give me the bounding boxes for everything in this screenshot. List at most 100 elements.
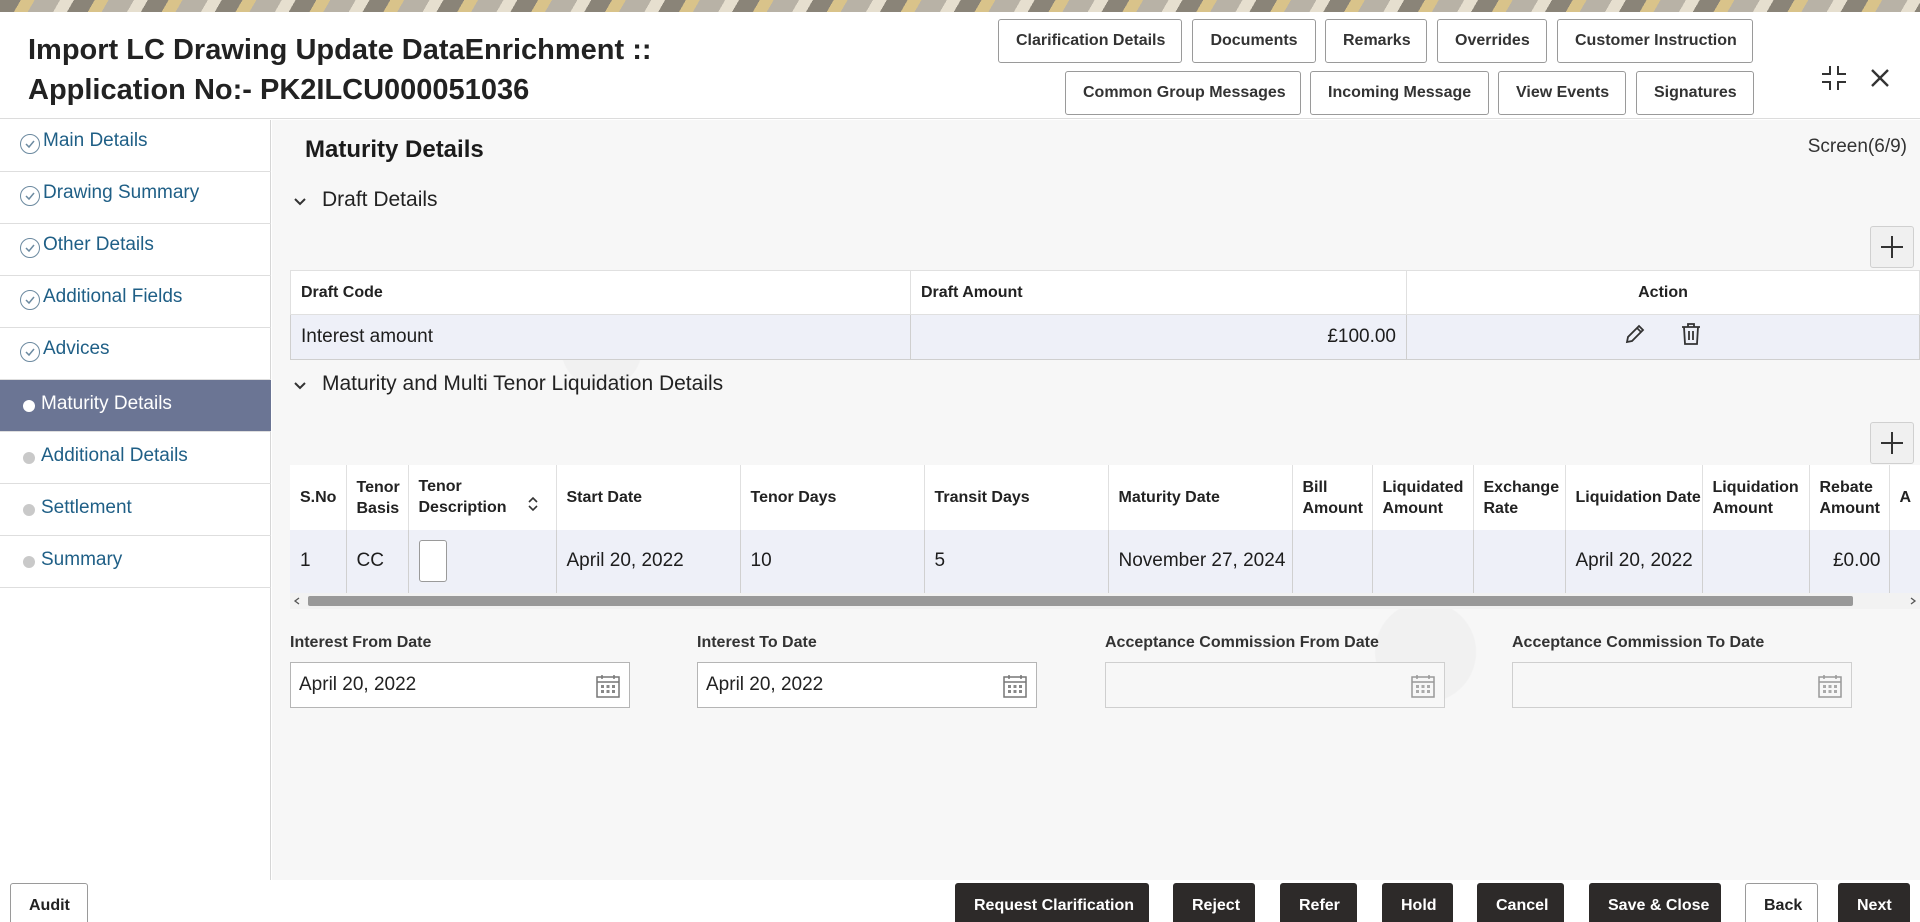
- sidebar-item-label: Additional Fields: [43, 286, 183, 307]
- clarification-details-button[interactable]: Clarification Details: [998, 19, 1182, 63]
- check-circle-icon: [20, 290, 40, 310]
- reject-button[interactable]: Reject: [1173, 883, 1255, 922]
- maturity-liquidation-header[interactable]: Maturity and Multi Tenor Liquidation Det…: [322, 372, 723, 396]
- next-button[interactable]: Next: [1838, 883, 1910, 922]
- plus-icon: [1881, 236, 1903, 258]
- screen-indicator: Screen(6/9): [1807, 136, 1907, 157]
- exchange-rate-cell: [1473, 530, 1566, 593]
- pending-step-dot-icon: [23, 452, 35, 464]
- refer-button[interactable]: Refer: [1280, 883, 1357, 922]
- title-line-1: Import LC Drawing Update DataEnrichment …: [28, 34, 652, 66]
- tenor-description-input[interactable]: [418, 540, 447, 583]
- interest-from-date-field[interactable]: April 20, 2022: [290, 662, 630, 708]
- column-header: Tenor Days: [740, 465, 925, 530]
- sidebar-item-summary[interactable]: Summary: [0, 536, 271, 588]
- table-row[interactable]: Interest amount £100.00: [290, 314, 1920, 360]
- check-circle-icon: [20, 238, 40, 258]
- liquidated-amount-cell: [1372, 530, 1474, 593]
- documents-button[interactable]: Documents: [1192, 19, 1316, 63]
- back-button[interactable]: Back: [1745, 883, 1818, 922]
- interest-to-date-field[interactable]: April 20, 2022: [697, 662, 1037, 708]
- table-row[interactable]: 1 CC April 20, 2022 10 5 November 27, 20…: [290, 530, 1920, 593]
- scroll-left-arrow-icon[interactable]: [293, 597, 301, 605]
- sidebar-item-advices[interactable]: Advices: [0, 328, 271, 380]
- sort-icon[interactable]: [527, 495, 539, 519]
- pending-step-dot-icon: [23, 556, 35, 568]
- column-header: Maturity Date: [1108, 465, 1293, 530]
- column-header: A: [1889, 465, 1920, 530]
- column-header: Start Date: [556, 465, 741, 530]
- column-header: Tenor Basis: [346, 465, 409, 530]
- acceptance-commission-to-date-field[interactable]: [1512, 662, 1852, 708]
- sidebar-item-drawing-summary[interactable]: Drawing Summary: [0, 172, 271, 224]
- calendar-icon[interactable]: [1410, 673, 1436, 699]
- maturity-date-cell: November 27, 2024: [1108, 530, 1293, 593]
- sidebar-item-additional-details[interactable]: Additional Details: [0, 432, 271, 484]
- horizontal-scrollbar[interactable]: [290, 593, 1920, 609]
- check-circle-icon: [20, 186, 40, 206]
- sidebar-item-additional-fields[interactable]: Additional Fields: [0, 276, 271, 328]
- overrides-button[interactable]: Overrides: [1437, 19, 1547, 63]
- draft-details-header[interactable]: Draft Details: [322, 188, 438, 212]
- interest-from-date-label: Interest From Date: [290, 634, 432, 651]
- add-draft-button[interactable]: [1870, 226, 1914, 268]
- delete-trash-icon[interactable]: [1679, 321, 1703, 353]
- liquidation-date-cell: April 20, 2022: [1565, 530, 1703, 593]
- section-title: Maturity Details: [305, 136, 484, 163]
- column-header-sortable[interactable]: Tenor Description: [408, 465, 557, 530]
- minimize-window-icon[interactable]: [1820, 64, 1848, 92]
- chevron-down-icon[interactable]: [292, 194, 308, 210]
- page-header: Import LC Drawing Update DataEnrichment …: [0, 12, 1920, 119]
- column-header: Rebate Amount: [1809, 465, 1890, 530]
- calendar-icon[interactable]: [595, 673, 621, 699]
- left-navigation: Main Details Drawing Summary Other Detai…: [0, 120, 271, 880]
- maturity-table-viewport: S.No Tenor Basis Tenor Description Start…: [290, 465, 1920, 593]
- hold-button[interactable]: Hold: [1382, 883, 1453, 922]
- save-and-close-button[interactable]: Save & Close: [1589, 883, 1721, 922]
- scroll-right-arrow-icon[interactable]: [1909, 597, 1917, 605]
- signatures-button[interactable]: Signatures: [1636, 71, 1754, 115]
- view-events-button[interactable]: View Events: [1498, 71, 1626, 115]
- draft-details-table: Draft Code Draft Amount Action Interest …: [290, 270, 1920, 360]
- sidebar-item-label: Drawing Summary: [43, 182, 200, 203]
- sidebar-item-label: Settlement: [41, 497, 132, 518]
- column-header: Exchange Rate: [1473, 465, 1566, 530]
- sno-cell: 1: [290, 530, 347, 593]
- common-group-messages-button[interactable]: Common Group Messages: [1065, 71, 1301, 115]
- sidebar-item-label: Advices: [43, 338, 110, 359]
- calendar-icon[interactable]: [1817, 673, 1843, 699]
- audit-button[interactable]: Audit: [10, 883, 88, 922]
- column-header: Liquidation Date: [1565, 465, 1703, 530]
- calendar-icon[interactable]: [1002, 673, 1028, 699]
- sidebar-item-label: Additional Details: [41, 445, 188, 466]
- column-header: Draft Amount: [910, 270, 1407, 315]
- remarks-button[interactable]: Remarks: [1325, 19, 1427, 63]
- title-line-2: Application No:- PK2ILCU000051036: [28, 74, 530, 106]
- column-header: Liquidation Amount: [1702, 465, 1810, 530]
- interest-from-date-value: April 20, 2022: [299, 674, 417, 695]
- page-title: Import LC Drawing Update DataEnrichment …: [28, 30, 652, 110]
- acceptance-commission-from-date-field[interactable]: [1105, 662, 1445, 708]
- chevron-down-icon[interactable]: [292, 378, 308, 394]
- customer-instruction-button[interactable]: Customer Instruction: [1557, 19, 1753, 63]
- edit-pencil-icon[interactable]: [1623, 322, 1647, 352]
- tenor-days-cell: 10: [740, 530, 925, 593]
- check-circle-icon: [20, 134, 40, 154]
- sidebar-item-settlement[interactable]: Settlement: [0, 484, 271, 536]
- sidebar-item-maturity-details[interactable]: Maturity Details: [0, 380, 271, 432]
- tenor-description-cell: [408, 530, 557, 593]
- incoming-message-button[interactable]: Incoming Message: [1310, 71, 1489, 115]
- cancel-button[interactable]: Cancel: [1477, 883, 1564, 922]
- interest-to-date-value: April 20, 2022: [706, 674, 824, 695]
- add-maturity-row-button[interactable]: [1870, 422, 1914, 464]
- sidebar-item-main-details[interactable]: Main Details: [0, 120, 271, 172]
- close-icon[interactable]: [1866, 64, 1894, 92]
- request-clarification-button[interactable]: Request Clarification: [955, 883, 1149, 922]
- start-date-cell: April 20, 2022: [556, 530, 741, 593]
- column-header: Action: [1406, 270, 1920, 315]
- acceptance-commission-from-date-label: Acceptance Commission From Date: [1105, 634, 1379, 651]
- scrollbar-thumb[interactable]: [308, 596, 1853, 606]
- transit-days-cell: 5: [924, 530, 1109, 593]
- column-header: S.No: [290, 465, 347, 530]
- sidebar-item-other-details[interactable]: Other Details: [0, 224, 271, 276]
